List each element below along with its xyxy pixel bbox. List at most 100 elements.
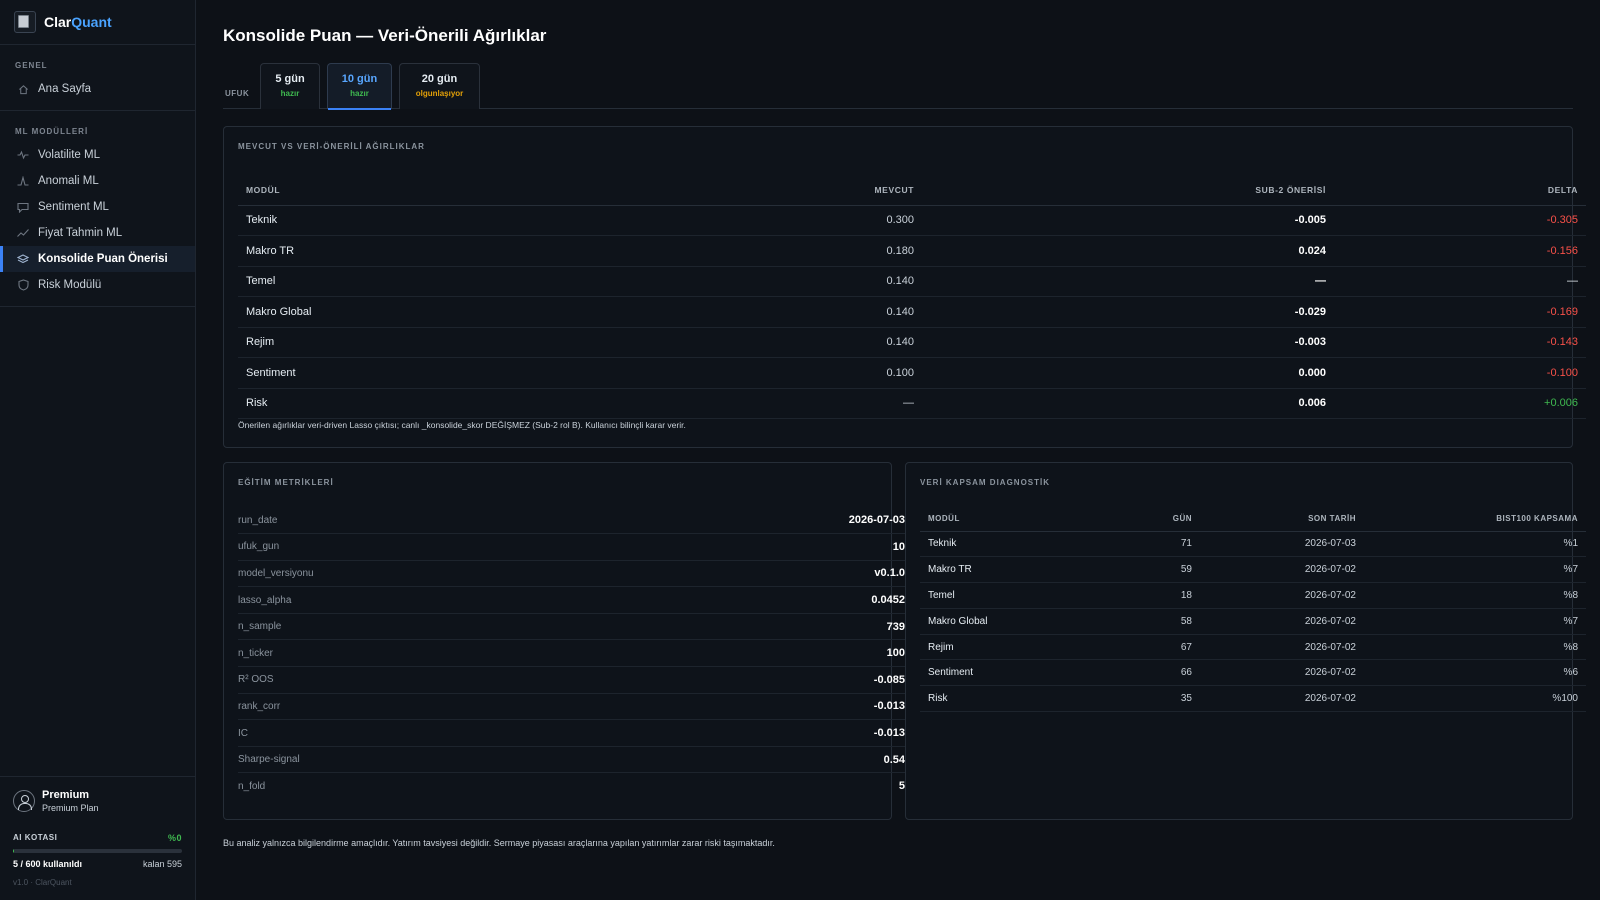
- metric-row: ufuk_gun 10: [238, 533, 905, 561]
- module-cell: Risk: [238, 388, 542, 419]
- metric-value: 10: [620, 533, 905, 561]
- metric-key: n_ticker: [238, 639, 621, 668]
- suggested-cell: -0.005: [922, 205, 1334, 236]
- sidebar-item-label: Risk Modülü: [38, 279, 102, 291]
- tab-20-gun[interactable]: 20 gün olgunlaşıyor: [399, 63, 480, 109]
- user-profile[interactable]: Premium Premium Plan: [13, 789, 182, 813]
- quota-percent: %0: [167, 833, 182, 843]
- tab-status: hazır: [350, 89, 369, 98]
- metric-row: n_sample 739: [238, 613, 905, 641]
- brand[interactable]: ClarQuant: [0, 0, 195, 45]
- module-cell: Rejim: [238, 327, 542, 358]
- days-cell: 58: [1120, 608, 1200, 635]
- metric-value: 5: [898, 780, 905, 793]
- sidebar-item-sentiment[interactable]: Sentiment ML: [0, 194, 195, 220]
- module-cell: Makro TR: [920, 556, 1120, 584]
- table-row: Rejim 67 2026-07-02 %8: [920, 634, 1586, 661]
- delta-cell: -0.100: [1334, 357, 1586, 389]
- current-cell: 0.140: [542, 296, 922, 328]
- table-row: Makro Global 58 2026-07-02 %7: [920, 608, 1586, 635]
- card-title: MEVCUT VS VERİ-ÖNERİLİ AĞIRLIKLAR: [238, 142, 425, 151]
- user-panel: Premium Premium Plan AI KOTASI %0 5 / 60…: [0, 776, 195, 887]
- brand-name-suffix: Quant: [71, 14, 112, 30]
- delta-cell: -0.156: [1334, 235, 1586, 267]
- metric-row: lasso_alpha 0.0452: [238, 586, 905, 614]
- tab-label: 5 gün: [275, 73, 305, 85]
- column-header: SUB-2 ÖNERİSİ: [922, 175, 1334, 206]
- brand-name: ClarQuant: [44, 14, 112, 30]
- metric-value: 2026-07-03: [620, 507, 905, 535]
- last-date-cell: 2026-07-02: [1200, 659, 1364, 687]
- sidebar-item-label: Sentiment ML: [38, 201, 109, 213]
- tab-label: 20 gün: [421, 73, 458, 85]
- current-cell: 0.140: [542, 327, 922, 358]
- days-cell: 66: [1120, 659, 1200, 687]
- spike-icon: [17, 175, 29, 187]
- avatar: [13, 790, 35, 812]
- table-row: Risk — 0.006 +0.006: [238, 388, 1586, 419]
- metric-key: rank_corr: [238, 693, 621, 721]
- metric-key: model_versiyonu: [238, 560, 621, 588]
- table-row: Risk 35 2026-07-02 %100: [920, 685, 1586, 713]
- suggested-cell: 0.000: [922, 357, 1334, 389]
- delta-cell: -0.169: [1334, 296, 1586, 328]
- quota-label: AI KOTASI: [13, 833, 58, 842]
- suggested-cell: —: [922, 266, 1334, 297]
- weights-note: Önerilen ağırlıklar veri-driven Lasso çı…: [238, 420, 686, 430]
- metric-row: Sharpe-signal 0.54: [238, 746, 905, 774]
- home-icon: [17, 83, 29, 95]
- sidebar-item-volatilite[interactable]: Volatilite ML: [0, 142, 195, 168]
- tab-5-gun[interactable]: 5 gün hazır: [260, 63, 320, 109]
- horizon-tabs: UFUK 5 gün hazır 10 gün hazır 20 gün olg…: [223, 63, 1573, 110]
- last-date-cell: 2026-07-02: [1200, 582, 1364, 609]
- app-version: v1.0 · ClarQuant: [13, 878, 72, 887]
- sidebar-item-label: Volatilite ML: [38, 149, 101, 161]
- module-cell: Teknik: [920, 531, 1120, 558]
- training-metrics-table: run_date 2026-07-03 ufuk_gun 10 model_vers…: [238, 507, 905, 800]
- days-cell: 59: [1120, 556, 1200, 584]
- coverage-cell: %7: [1364, 608, 1586, 635]
- table-row: Temel 0.140 — —: [238, 266, 1586, 297]
- current-cell: —: [542, 388, 922, 419]
- module-cell: Makro Global: [238, 296, 542, 328]
- sidebar-item-fiyat-tahmin[interactable]: Fiyat Tahmin ML: [0, 220, 195, 246]
- sidebar-item-risk[interactable]: Risk Modülü: [0, 272, 195, 298]
- sidebar-item-konsolide[interactable]: Konsolide Puan Önerisi: [0, 246, 195, 272]
- table-row: Sentiment 66 2026-07-02 %6: [920, 659, 1586, 687]
- sidebar: ClarQuant GENEL Ana Sayfa ML MODÜLLERİ V…: [0, 0, 196, 900]
- module-cell: Risk: [920, 685, 1120, 713]
- current-cell: 0.140: [542, 266, 922, 297]
- metric-row: model_versiyonu v0.1.0: [238, 560, 905, 588]
- last-date-cell: 2026-07-03: [1200, 531, 1364, 558]
- layers-icon: [17, 253, 29, 265]
- metric-key: lasso_alpha: [238, 586, 621, 614]
- nav-section-general: GENEL Ana Sayfa: [0, 45, 195, 111]
- sidebar-item-home[interactable]: Ana Sayfa: [0, 76, 195, 102]
- last-date-cell: 2026-07-02: [1200, 685, 1364, 713]
- table-row: Makro TR 59 2026-07-02 %7: [920, 556, 1586, 584]
- module-cell: Sentiment: [920, 659, 1120, 687]
- metric-key: ufuk_gun: [238, 533, 621, 561]
- metric-key: run_date: [238, 507, 621, 535]
- metric-row: n_ticker 100: [238, 639, 905, 668]
- tab-10-gun[interactable]: 10 gün hazır: [327, 63, 392, 110]
- module-cell: Temel: [920, 582, 1120, 609]
- metric-value: 0.54: [620, 746, 905, 774]
- last-date-cell: 2026-07-02: [1200, 556, 1364, 584]
- main-content: Konsolide Puan — Veri-Önerili Ağırlıklar…: [196, 0, 1600, 900]
- suggested-cell: 0.006: [922, 388, 1334, 419]
- coverage-cell: %6: [1364, 659, 1586, 687]
- quota-progress-bar: [13, 849, 182, 853]
- sidebar-item-anomali[interactable]: Anomali ML: [0, 168, 195, 194]
- nav-section-ml: ML MODÜLLERİ Volatilite ML Anomali ML Se…: [0, 111, 195, 307]
- page-title: Konsolide Puan — Veri-Önerili Ağırlıklar: [223, 26, 547, 45]
- shield-icon: [17, 279, 29, 291]
- quota-remaining: kalan 595: [142, 859, 182, 869]
- tab-status: olgunlaşıyor: [415, 89, 464, 98]
- column-header: MEVCUT: [542, 175, 922, 206]
- sidebar-item-label: Anomali ML: [38, 175, 99, 187]
- column-header: SON TARİH: [1200, 507, 1364, 532]
- ai-quota: AI KOTASI %0 5 / 600 kullanıldı kalan 59…: [13, 833, 182, 869]
- metric-value: -0.013: [620, 719, 905, 747]
- current-cell: 0.100: [542, 357, 922, 389]
